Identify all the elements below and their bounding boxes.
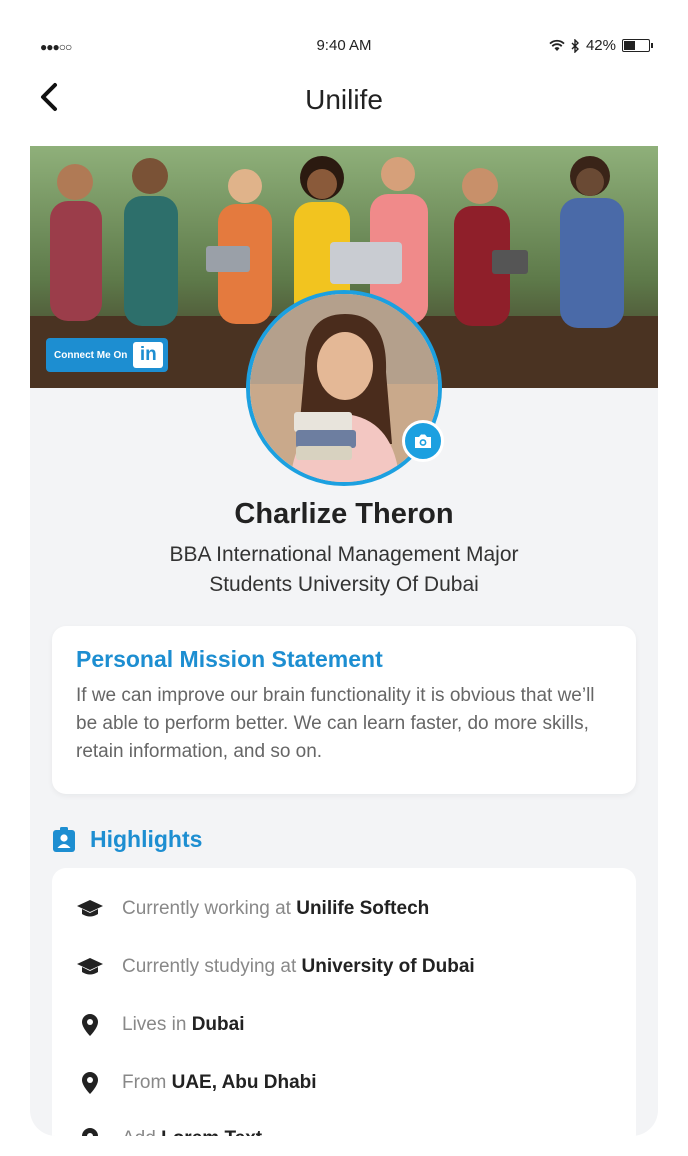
highlight-value: Dubai — [191, 1014, 245, 1035]
graduation-cap-icon — [76, 899, 104, 919]
highlight-item: Add Lorem Text — [76, 1124, 262, 1136]
highlight-prefix: From — [122, 1072, 167, 1093]
status-right: 42% — [549, 37, 653, 54]
wifi-icon — [549, 39, 565, 51]
highlight-item: Currently working at Unilife Softech — [76, 894, 429, 924]
profile-subtitle: BBA International Management Major Stude… — [30, 540, 658, 600]
highlights-list: Currently working at Unilife Softech Cur… — [52, 868, 636, 1136]
profile-card: Connect Me On in Charlize Theron BBA Int… — [30, 146, 658, 1136]
highlight-value: Unilife Softech — [296, 898, 430, 919]
bluetooth-icon — [571, 38, 579, 53]
linkedin-icon: in — [133, 342, 164, 368]
highlight-prefix: Add — [122, 1128, 156, 1136]
status-bar: ●●●○○ 9:40 AM 42% — [0, 30, 688, 64]
change-photo-button[interactable] — [402, 420, 444, 462]
profile-name: Charlize Theron — [234, 498, 454, 530]
highlights-title: Highlights — [90, 826, 203, 852]
location-pin-icon — [76, 1071, 104, 1095]
highlight-value: UAE, Abu Dhabi — [171, 1072, 317, 1093]
linkedin-label: Connect Me On — [54, 349, 128, 361]
profile-university: Students University Of Dubai — [209, 573, 479, 596]
location-pin-icon — [76, 1127, 104, 1136]
mission-title: Personal Mission Statement — [76, 646, 383, 672]
battery-percent: 42% — [585, 37, 616, 54]
mission-text: If we can improve our brain functionalit… — [76, 685, 595, 762]
location-pin-icon — [76, 1013, 104, 1037]
highlights-header: Highlights — [52, 826, 202, 853]
nav-bar: Unilife — [0, 78, 688, 124]
battery-icon — [622, 39, 653, 52]
highlight-prefix: Lives in — [122, 1014, 187, 1035]
camera-icon — [415, 434, 431, 448]
highlight-value: University of Dubai — [301, 956, 475, 977]
highlight-item: From UAE, Abu Dhabi — [76, 1068, 317, 1098]
id-badge-icon — [53, 826, 75, 852]
highlight-prefix: Currently working at — [122, 898, 291, 919]
profile-major: BBA International Management Major — [169, 543, 519, 566]
highlight-item: Currently studying at University of Duba… — [76, 952, 475, 982]
highlight-prefix: Currently studying at — [122, 956, 297, 977]
graduation-cap-icon — [76, 957, 104, 977]
highlight-value: Lorem Text — [161, 1128, 262, 1136]
mission-card: Personal Mission Statement If we can imp… — [52, 626, 636, 794]
page-title: Unilife — [305, 84, 383, 115]
highlight-item: Lives in Dubai — [76, 1010, 244, 1040]
linkedin-connect-button[interactable]: Connect Me On in — [46, 338, 169, 372]
